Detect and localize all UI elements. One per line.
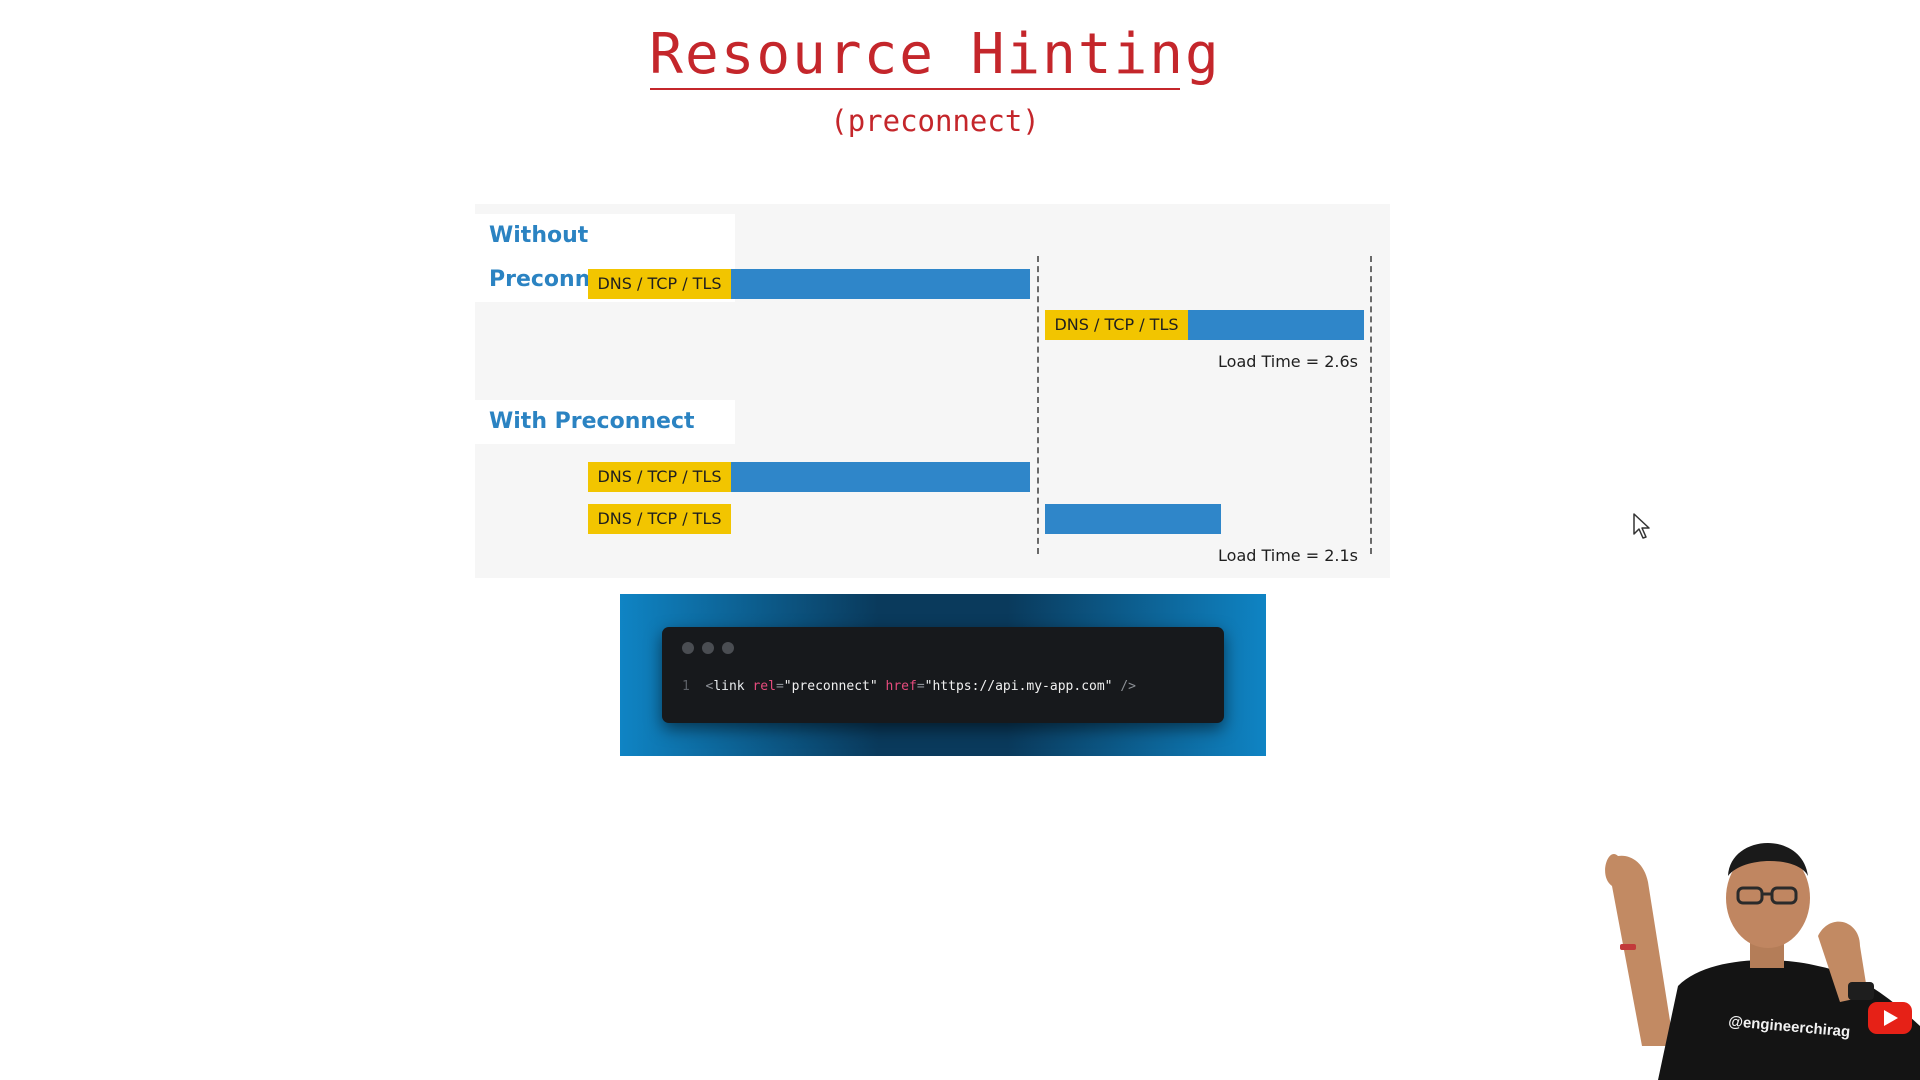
with-connection-bar-1: DNS / TCP / TLS: [588, 462, 731, 492]
load-time-without: Load Time = 2.6s: [1218, 352, 1358, 371]
code-close: />: [1120, 679, 1136, 694]
line-number: 1: [682, 679, 690, 694]
without-connection-bar-2: DNS / TCP / TLS: [1045, 310, 1188, 340]
without-download-bar-2: [1188, 310, 1364, 340]
divider-line-1: [1037, 256, 1039, 554]
code-tag: link: [713, 679, 745, 694]
code-value-href: "https://api.my-app.com": [924, 679, 1113, 694]
with-download-bar-1: [731, 462, 1030, 492]
load-time-with: Load Time = 2.1s: [1218, 546, 1358, 565]
window-dot-icon: [682, 642, 694, 654]
section-label-with: With Preconnect: [475, 400, 735, 444]
code-equals: =: [775, 679, 784, 694]
without-connection-bar-1: DNS / TCP / TLS: [588, 269, 731, 299]
window-dot-icon: [702, 642, 714, 654]
code-attr-rel: rel: [752, 679, 776, 694]
divider-line-2: [1370, 256, 1372, 554]
presenter-video: @engineerchirag: [1605, 842, 1920, 1080]
title-underline: [650, 88, 1180, 90]
without-download-bar-1: [731, 269, 1030, 299]
cursor-icon: [1633, 513, 1650, 539]
code-value-rel: "preconnect": [783, 679, 878, 694]
code-window: 1 <link rel="preconnect" href="https://a…: [662, 627, 1224, 723]
code-equals: =: [916, 679, 925, 694]
with-connection-bar-2: DNS / TCP / TLS: [588, 504, 731, 534]
youtube-subscribe-icon[interactable]: [1868, 1002, 1912, 1034]
with-download-bar-2: [1045, 504, 1221, 534]
code-attr-href: href: [885, 679, 917, 694]
code-line: 1 <link rel="preconnect" href="https://a…: [682, 679, 1136, 694]
window-dot-icon: [722, 642, 734, 654]
slide-subtitle: (preconnect): [830, 104, 1040, 138]
preconnect-timeline-diagram: Without Preconnect DNS / TCP / TLS DNS /…: [475, 204, 1390, 578]
slide-title: Resource Hinting: [649, 22, 1221, 87]
code-snippet-panel: 1 <link rel="preconnect" href="https://a…: [620, 594, 1266, 756]
